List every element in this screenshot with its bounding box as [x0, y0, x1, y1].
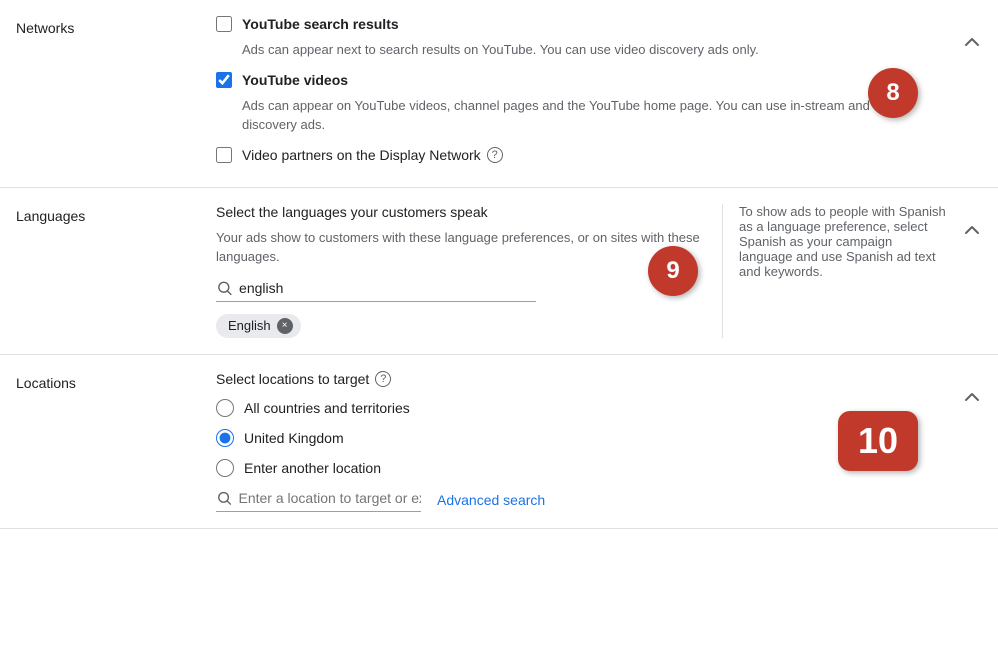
other-location-radio[interactable] — [216, 459, 234, 477]
youtube-videos-desc: Ads can appear on YouTube videos, channe… — [242, 96, 946, 135]
locations-section: Locations Select locations to target ? A… — [0, 355, 998, 529]
languages-section: Languages Select the languages your cust… — [0, 188, 998, 355]
youtube-search-label[interactable]: YouTube search results — [242, 16, 399, 32]
youtube-videos-row: YouTube videos — [216, 72, 946, 88]
languages-aside-text: To show ads to people with Spanish as a … — [739, 204, 946, 279]
networks-label: Networks — [0, 16, 200, 171]
youtube-search-checkbox[interactable] — [216, 16, 232, 32]
languages-label: Languages — [0, 204, 200, 338]
advanced-search-link[interactable]: Advanced search — [437, 492, 545, 508]
languages-content: Select the languages your customers spea… — [200, 204, 722, 338]
location-search-row — [216, 489, 421, 512]
languages-instruction: Select the languages your customers spea… — [216, 204, 706, 220]
networks-content: YouTube search results Ads can appear ne… — [200, 16, 962, 171]
location-search-input[interactable] — [233, 490, 422, 506]
other-location-label[interactable]: Enter another location — [244, 460, 381, 476]
chevron-up-icon — [962, 220, 982, 240]
youtube-videos-label[interactable]: YouTube videos — [242, 72, 348, 88]
all-countries-label[interactable]: All countries and territories — [244, 400, 410, 416]
location-search-icon — [216, 489, 233, 507]
languages-search-icon — [216, 279, 233, 297]
languages-search-input[interactable] — [233, 280, 536, 296]
english-chip: English × — [216, 314, 301, 338]
languages-search-row — [216, 279, 536, 302]
display-network-help-icon[interactable]: ? — [487, 147, 503, 163]
display-network-checkbox[interactable] — [216, 147, 232, 163]
display-network-label[interactable]: Video partners on the Display Network — [242, 147, 481, 163]
chevron-up-icon — [962, 32, 982, 52]
locations-help-icon[interactable]: ? — [375, 371, 391, 387]
locations-label: Locations — [0, 371, 200, 512]
chevron-up-icon — [962, 387, 982, 407]
locations-collapse-button[interactable] — [962, 371, 998, 410]
uk-label[interactable]: United Kingdom — [244, 430, 344, 446]
all-countries-radio[interactable] — [216, 399, 234, 417]
languages-sub: Your ads show to customers with these la… — [216, 228, 706, 267]
languages-collapse-button[interactable] — [962, 204, 998, 243]
networks-collapse-button[interactable] — [962, 16, 998, 171]
locations-instruction: Select locations to target — [216, 371, 369, 387]
youtube-videos-checkbox[interactable] — [216, 72, 232, 88]
language-chips: English × — [216, 314, 706, 338]
networks-section: Networks YouTube search results Ads can … — [0, 0, 998, 188]
youtube-search-row: YouTube search results — [216, 16, 946, 32]
other-location-row: Enter another location — [216, 459, 946, 477]
languages-aside: To show ads to people with Spanish as a … — [722, 204, 962, 338]
step-badge-9: 9 — [648, 246, 698, 296]
display-network-row: Video partners on the Display Network ? — [216, 147, 946, 163]
uk-radio[interactable] — [216, 429, 234, 447]
uk-row: United Kingdom — [216, 429, 946, 447]
step-badge-8: 8 — [868, 68, 918, 118]
english-chip-label: English — [228, 318, 271, 333]
step-badge-10: 10 — [838, 411, 918, 471]
youtube-search-desc: Ads can appear next to search results on… — [242, 40, 946, 60]
all-countries-row: All countries and territories — [216, 399, 946, 417]
english-chip-remove[interactable]: × — [277, 318, 293, 334]
location-search-wrapper: Advanced search — [216, 489, 946, 512]
